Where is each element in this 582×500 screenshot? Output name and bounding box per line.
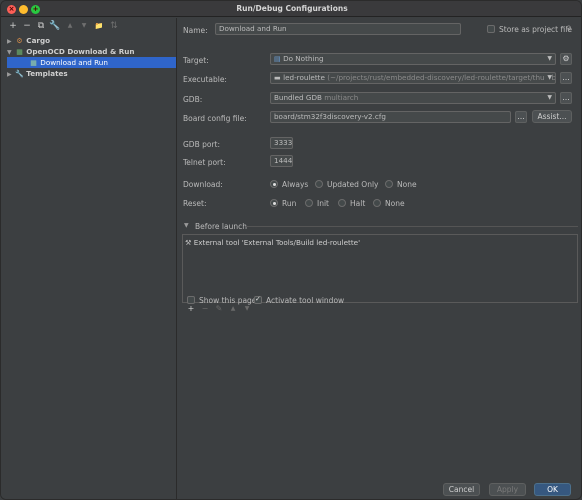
chevron-down-icon: ▼: [547, 94, 552, 101]
wrench-icon: 🔧: [15, 70, 24, 78]
ok-button[interactable]: OK: [534, 483, 571, 496]
before-launch-header: Before launch: [195, 222, 247, 231]
remove-configuration-button[interactable]: −: [21, 20, 33, 32]
store-as-project-checkbox[interactable]: [487, 25, 495, 33]
move-up-icon[interactable]: ▲: [228, 304, 238, 314]
edit-templates-icon[interactable]: 🔧: [49, 20, 61, 32]
show-page-checkbox[interactable]: [187, 296, 195, 304]
tree-item-templates[interactable]: ▶ 🔧 Templates: [7, 68, 177, 79]
tree-item-cargo[interactable]: ▶ ⚙ Cargo: [7, 35, 177, 46]
gdb-label: GDB:: [183, 95, 203, 104]
download-none-label: None: [397, 180, 417, 189]
download-always-radio[interactable]: [270, 180, 278, 188]
copy-configuration-icon[interactable]: ⧉: [35, 20, 47, 32]
name-label: Name:: [183, 26, 208, 35]
download-updated-only-radio[interactable]: [315, 180, 323, 188]
reset-none-radio[interactable]: [373, 199, 381, 207]
gdb-dropdown[interactable]: Bundled GDB multiarch ▼: [270, 92, 556, 104]
gdb-port-field[interactable]: 3333: [270, 137, 293, 149]
gdb-browse-button[interactable]: ...: [560, 92, 572, 104]
before-launch-toolbar: + − ✎ ▲ ▼: [182, 304, 578, 314]
title-bar: × + Run/Debug Configurations: [1, 1, 581, 17]
minimize-window-button[interactable]: [19, 4, 28, 14]
gdb-port-label: GDB port:: [183, 140, 221, 149]
close-window-button[interactable]: ×: [7, 4, 16, 14]
reset-run-radio[interactable]: [270, 199, 278, 207]
tree-item-openocd[interactable]: ▼ ▦ OpenOCD Download & Run: [7, 46, 177, 57]
gdb-value: Bundled GDB: [274, 93, 322, 102]
before-launch-item[interactable]: ⚒ External tool 'External Tools/Build le…: [185, 238, 360, 247]
before-launch-item-label: External tool 'External Tools/Build led-…: [193, 238, 361, 247]
configurations-sidebar: + − ⧉ 🔧 ▲ ▼ 📁 ⇅ ▶ ⚙ Cargo ▼ ▦ OpenOCD Down…: [1, 18, 177, 499]
gdb-hint: multiarch: [324, 93, 359, 102]
telnet-port-label: Telnet port:: [183, 158, 226, 167]
sort-icon[interactable]: ⇅: [108, 20, 120, 32]
reset-init-label: Init: [317, 199, 329, 208]
binary-icon: ▬: [274, 73, 281, 82]
before-launch-collapse-icon[interactable]: ▼: [184, 222, 189, 229]
tree-item-download-run[interactable]: ▦ Download and Run: [7, 57, 176, 68]
target-dropdown[interactable]: ▤ Do Nothing ▼: [270, 53, 556, 65]
target-value: Do Nothing: [283, 54, 324, 63]
assist-button[interactable]: Assist...: [532, 110, 572, 123]
target-icon: ▤: [274, 54, 281, 63]
plus-icon: +: [32, 4, 39, 13]
configuration-form: Name: Download and Run Store as project …: [178, 18, 581, 499]
reset-halt-label: Halt: [350, 199, 366, 208]
section-divider: [246, 226, 578, 227]
reset-init-radio[interactable]: [305, 199, 313, 207]
executable-path: (~/projects/rust/embedded-discovery/led-…: [327, 73, 556, 82]
reset-halt-radio[interactable]: [338, 199, 346, 207]
tree-item-label: Cargo: [26, 36, 51, 45]
cancel-button[interactable]: Cancel: [443, 483, 480, 496]
download-always-label: Always: [282, 180, 309, 189]
folder-icon[interactable]: 📁: [93, 20, 105, 32]
move-down-icon[interactable]: ▼: [242, 304, 252, 314]
download-none-radio[interactable]: [385, 180, 393, 188]
gear-icon: ⚙: [562, 54, 570, 63]
search-icon: ⚲: [566, 24, 572, 33]
target-label: Target:: [183, 56, 209, 65]
run-debug-dialog: × + Run/Debug Configurations + − ⧉ 🔧 ▲ ▼…: [0, 0, 582, 500]
board-config-browse-button[interactable]: ...: [515, 111, 527, 123]
window-title: Run/Debug Configurations: [236, 4, 348, 13]
board-config-field[interactable]: board/stm32f3discovery-v2.cfg: [270, 111, 511, 123]
tree-item-label: Download and Run: [40, 58, 108, 67]
activate-tool-window-label: Activate tool window: [266, 296, 345, 305]
show-page-label: Show this page: [199, 296, 257, 305]
edit-task-icon[interactable]: ✎: [214, 304, 224, 314]
telnet-port-field[interactable]: 1444: [270, 155, 293, 167]
sidebar-toolbar: + − ⧉ 🔧 ▲ ▼ 📁 ⇅: [1, 18, 177, 34]
chevron-right-icon[interactable]: ▶: [7, 69, 15, 80]
name-field[interactable]: Download and Run: [215, 23, 461, 35]
reset-run-label: Run: [282, 199, 297, 208]
add-configuration-button[interactable]: +: [7, 20, 19, 32]
add-task-icon[interactable]: +: [186, 304, 196, 314]
remove-task-icon[interactable]: −: [200, 304, 210, 314]
executable-browse-button[interactable]: ...: [560, 72, 572, 84]
reset-none-label: None: [385, 199, 405, 208]
tree-item-label: OpenOCD Download & Run: [26, 47, 135, 56]
close-icon: ×: [8, 4, 15, 13]
chevron-down-icon: ▼: [545, 73, 552, 83]
move-down-icon[interactable]: ▼: [78, 20, 90, 32]
activate-tool-window-checkbox[interactable]: [254, 295, 262, 304]
store-as-project-label: Store as project file: [499, 25, 572, 34]
tree-item-label: Templates: [26, 69, 68, 78]
target-settings-button[interactable]: ⚙: [560, 53, 572, 65]
download-label: Download:: [183, 180, 223, 189]
maximize-window-button[interactable]: +: [31, 4, 40, 14]
tools-icon: ⚒: [185, 238, 192, 247]
board-config-label: Board config file:: [183, 114, 247, 123]
chevron-down-icon: ▼: [547, 55, 552, 62]
executable-label: Executable:: [183, 75, 227, 84]
apply-button[interactable]: Apply: [489, 483, 526, 496]
move-up-icon[interactable]: ▲: [64, 20, 76, 32]
download-updated-only-label: Updated Only: [327, 180, 379, 189]
before-launch-list: ⚒ External tool 'External Tools/Build le…: [182, 234, 578, 303]
executable-dropdown[interactable]: ▬ led-roulette (~/projects/rust/embedded…: [270, 72, 556, 84]
executable-name: led-roulette: [283, 73, 325, 82]
reset-label: Reset:: [183, 199, 207, 208]
